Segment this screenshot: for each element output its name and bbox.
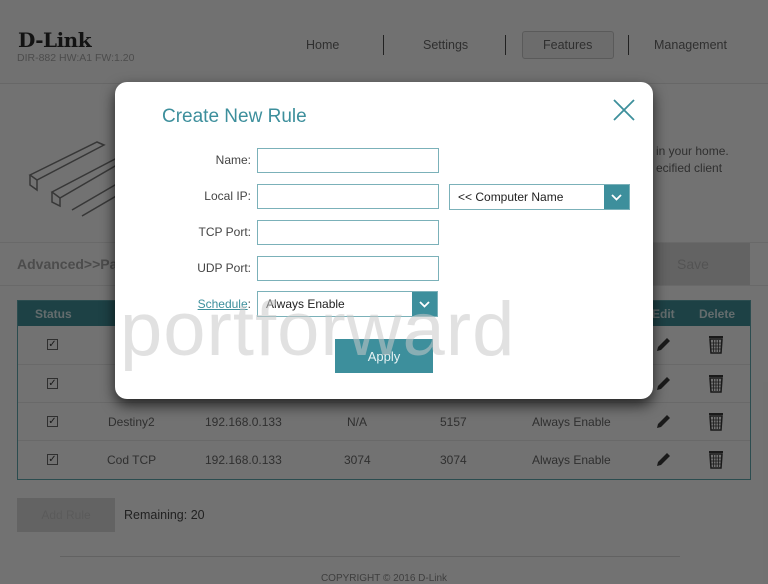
- dialog-title: Create New Rule: [162, 106, 307, 127]
- create-rule-dialog: Create New Rule Name: Local IP: << Compu…: [115, 82, 653, 399]
- udp-port-input[interactable]: [257, 256, 439, 281]
- tcp-port-input[interactable]: [257, 220, 439, 245]
- name-input[interactable]: [257, 148, 439, 173]
- close-icon[interactable]: [613, 99, 635, 121]
- local-ip-label: Local IP:: [204, 189, 251, 203]
- local-ip-input[interactable]: [257, 184, 439, 209]
- udp-port-label: UDP Port:: [197, 261, 251, 275]
- schedule-select[interactable]: Always Enable: [257, 291, 438, 317]
- schedule-label: Schedule:: [197, 297, 251, 311]
- chevron-down-icon: [412, 292, 437, 316]
- chevron-down-icon: [604, 185, 629, 209]
- apply-button[interactable]: Apply: [335, 339, 433, 373]
- computer-name-value: << Computer Name: [458, 190, 564, 204]
- tcp-port-label: TCP Port:: [198, 225, 251, 239]
- computer-name-select[interactable]: << Computer Name: [449, 184, 630, 210]
- schedule-value: Always Enable: [266, 297, 345, 311]
- name-label: Name:: [215, 153, 251, 167]
- schedule-link[interactable]: Schedule: [198, 297, 248, 311]
